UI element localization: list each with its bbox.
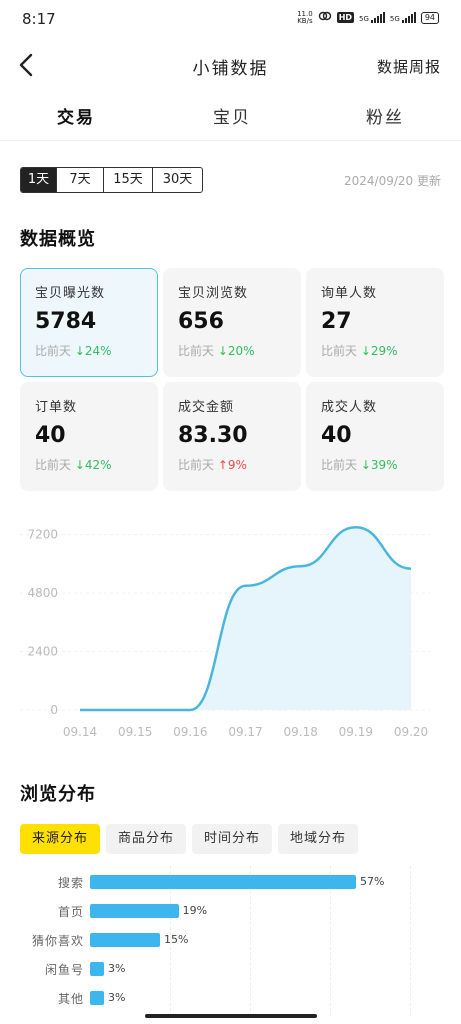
bar-value: 15%	[164, 933, 189, 946]
stat-label: 成交金额	[178, 400, 235, 415]
stat-value: 40	[35, 423, 66, 448]
source-bar-row: 搜索 57%	[0, 872, 461, 892]
stat-compare: 比前天 ↓29%	[321, 344, 398, 358]
y-tick-label: 2400	[27, 645, 58, 659]
stat-value: 656	[178, 309, 224, 334]
signal-icon: 5G	[359, 12, 385, 23]
stat-card[interactable]: 宝贝浏览数 656 比前天 ↓20%	[163, 268, 301, 377]
stat-card[interactable]: 询单人数 27 比前天 ↓29%	[306, 268, 444, 377]
x-tick-label: 09.17	[228, 725, 262, 739]
bar	[90, 933, 160, 947]
x-tick-label: 09.18	[283, 725, 317, 739]
filter-time[interactable]: 时间分布	[192, 824, 273, 854]
x-tick-label: 09.16	[173, 725, 207, 739]
hd-icon: HD	[336, 12, 355, 23]
stat-value: 27	[321, 309, 352, 334]
x-tick-label: 09.20	[394, 725, 428, 739]
filter-region[interactable]: 地域分布	[278, 824, 359, 854]
weekly-report-link[interactable]: 数据周报	[377, 56, 441, 77]
stat-compare: 比前天 ↓20%	[178, 344, 255, 358]
y-tick-label: 4800	[27, 586, 58, 600]
bar-value: 57%	[360, 875, 385, 888]
source-bar-row: 闲鱼号 3%	[0, 959, 461, 979]
y-tick-label: 7200	[27, 528, 58, 542]
bar	[90, 991, 104, 1005]
stat-change: 29%	[370, 344, 398, 358]
bar-label: 猜你喜欢	[31, 934, 84, 948]
stat-label: 订单数	[35, 400, 78, 415]
trend-down-icon: ↓	[360, 458, 371, 472]
trend-chart-svg: 0 2400 4800 7200 09.14 09.15 09.16 09.17 09.18 09…	[20, 526, 430, 739]
status-icons: 11.0 KB/s HD 5G 5G 94	[297, 10, 439, 25]
trend-down-icon: ↓	[217, 344, 228, 358]
bar-label: 闲鱼号	[44, 963, 84, 977]
signal-icon: 5G	[390, 12, 416, 23]
status-bar: 8:17 11.0 KB/s HD 5G 5G 94	[0, 0, 461, 40]
stat-card[interactable]: 宝贝曝光数 5784 比前天 ↓24%	[20, 268, 158, 377]
link-icon	[318, 10, 332, 25]
bar-label: 搜索	[57, 876, 84, 890]
range-7d[interactable]: 7天	[57, 168, 104, 192]
stat-change: 24%	[84, 344, 112, 358]
tab-bar: 交易 宝贝 粉丝	[0, 95, 461, 141]
trend-up-icon: ↑	[217, 458, 228, 472]
stat-label: 成交人数	[321, 400, 378, 415]
x-tick-label: 09.14	[63, 725, 97, 739]
trend-chart: 0 2400 4800 7200 09.14 09.15 09.16 09.17 09.18 09…	[0, 500, 461, 750]
browse-title: 浏览分布	[20, 784, 96, 805]
source-bar-row: 首页 19%	[0, 901, 461, 921]
area-fill	[80, 527, 411, 710]
stat-value: 5784	[35, 309, 97, 334]
stat-label: 宝贝曝光数	[35, 286, 106, 301]
stat-card[interactable]: 成交人数 40 比前天 ↓39%	[306, 382, 444, 491]
bar	[90, 904, 179, 918]
stat-compare: 比前天 ↓24%	[35, 344, 112, 358]
stat-value: 40	[321, 423, 352, 448]
bar	[90, 962, 104, 976]
tab-trade[interactable]: 交易	[57, 103, 95, 130]
stat-value: 83.30	[178, 423, 248, 448]
stat-change: 39%	[370, 458, 398, 472]
bar-value: 3%	[108, 962, 126, 975]
bar-value: 3%	[108, 991, 126, 1004]
range-1d[interactable]: 1天	[21, 168, 57, 192]
app-header: 小铺数据 数据周报	[0, 40, 461, 90]
range-15d[interactable]: 15天	[104, 168, 153, 192]
overview-title: 数据概览	[20, 229, 96, 250]
stat-label: 询单人数	[321, 286, 378, 301]
bar-label: 首页	[57, 905, 84, 919]
source-bar-row: 其他 3%	[0, 988, 461, 1008]
network-speed: 11.0 KB/s	[297, 9, 313, 25]
stat-card[interactable]: 订单数 40 比前天 ↓42%	[20, 382, 158, 491]
stat-change: 9%	[227, 458, 247, 472]
stat-compare: 比前天 ↓39%	[321, 458, 398, 472]
stat-compare: 比前天 ↑9%	[178, 458, 247, 472]
range-30d[interactable]: 30天	[153, 168, 202, 192]
date-range-selector: 1天 7天 15天 30天	[20, 167, 203, 193]
x-tick-label: 09.19	[339, 725, 373, 739]
trend-down-icon: ↓	[360, 344, 371, 358]
y-tick-label: 0	[50, 703, 58, 717]
home-indicator[interactable]	[145, 1014, 317, 1018]
stat-label: 宝贝浏览数	[178, 286, 249, 301]
trend-down-icon: ↓	[74, 344, 85, 358]
updated-date: 2024/09/20 更新	[344, 174, 441, 188]
source-bar-row: 猜你喜欢 15%	[0, 930, 461, 950]
x-tick-label: 09.15	[118, 725, 152, 739]
battery-icon: 94	[420, 11, 439, 24]
tab-fans[interactable]: 粉丝	[366, 103, 404, 128]
trend-down-icon: ↓	[74, 458, 85, 472]
stat-compare: 比前天 ↓42%	[35, 458, 112, 472]
stat-change: 42%	[84, 458, 112, 472]
bar	[90, 875, 356, 889]
stat-change: 20%	[227, 344, 255, 358]
bar-label: 其他	[57, 992, 84, 1006]
stat-card[interactable]: 成交金额 83.30 比前天 ↑9%	[163, 382, 301, 491]
status-time: 8:17	[22, 10, 56, 28]
bar-value: 19%	[182, 904, 208, 917]
filter-source[interactable]: 来源分布	[20, 824, 101, 854]
tab-items[interactable]: 宝贝	[213, 103, 251, 128]
filter-product[interactable]: 商品分布	[106, 824, 187, 854]
